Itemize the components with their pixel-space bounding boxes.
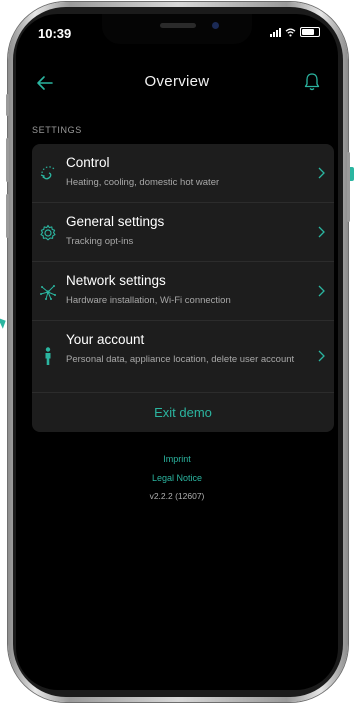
volume-up-button [6,138,9,182]
settings-item-general[interactable]: General settings Tracking opt-ins [32,203,334,262]
battery-icon [300,27,320,37]
section-header: SETTINGS [32,125,82,135]
person-icon [45,347,51,365]
speaker [160,23,196,28]
settings-item-title: Control [66,155,110,170]
app-version: v2.2.2 (12607) [149,491,205,501]
app-screen: 10:39 Overview SETTINGS Control Heating,… [16,14,338,690]
chevron-right-icon [318,285,325,297]
status-icons [270,27,320,37]
settings-card: Control Heating, cooling, domestic hot w… [32,144,334,432]
power-button [347,152,350,222]
volume-down-button [6,194,9,238]
mute-switch [6,94,9,116]
nav-bar: Overview [16,68,338,98]
exit-demo-button[interactable]: Exit demo [32,393,334,432]
bell-icon[interactable] [302,71,322,93]
signal-icon [270,27,281,37]
page-title: Overview [144,73,210,90]
chevron-right-icon [318,350,325,362]
wifi-icon [285,27,296,37]
chevron-right-icon [318,226,325,238]
camera [212,22,219,29]
control-icon [40,166,55,180]
settings-item-title: Your account [66,332,145,347]
settings-item-subtitle: Tracking opt-ins [66,236,134,247]
network-icon [40,285,56,300]
legal-notice-link[interactable]: Legal Notice [16,473,338,483]
status-time: 10:39 [38,26,72,41]
settings-item-control[interactable]: Control Heating, cooling, domestic hot w… [32,144,334,203]
settings-item-network[interactable]: Network settings Hardware installation, … [32,262,334,321]
settings-item-account[interactable]: Your account Personal data, appliance lo… [32,321,334,393]
imprint-link[interactable]: Imprint [16,454,338,464]
settings-item-subtitle: Personal data, appliance location, delet… [66,354,295,365]
settings-item-subtitle: Hardware installation, Wi-Fi connection [66,295,231,306]
settings-item-title: General settings [66,214,165,229]
settings-item-title: Network settings [66,273,166,288]
notch [102,14,252,44]
gear-icon [40,224,56,241]
settings-item-subtitle: Heating, cooling, domestic hot water [66,177,220,188]
chevron-right-icon [318,167,325,179]
